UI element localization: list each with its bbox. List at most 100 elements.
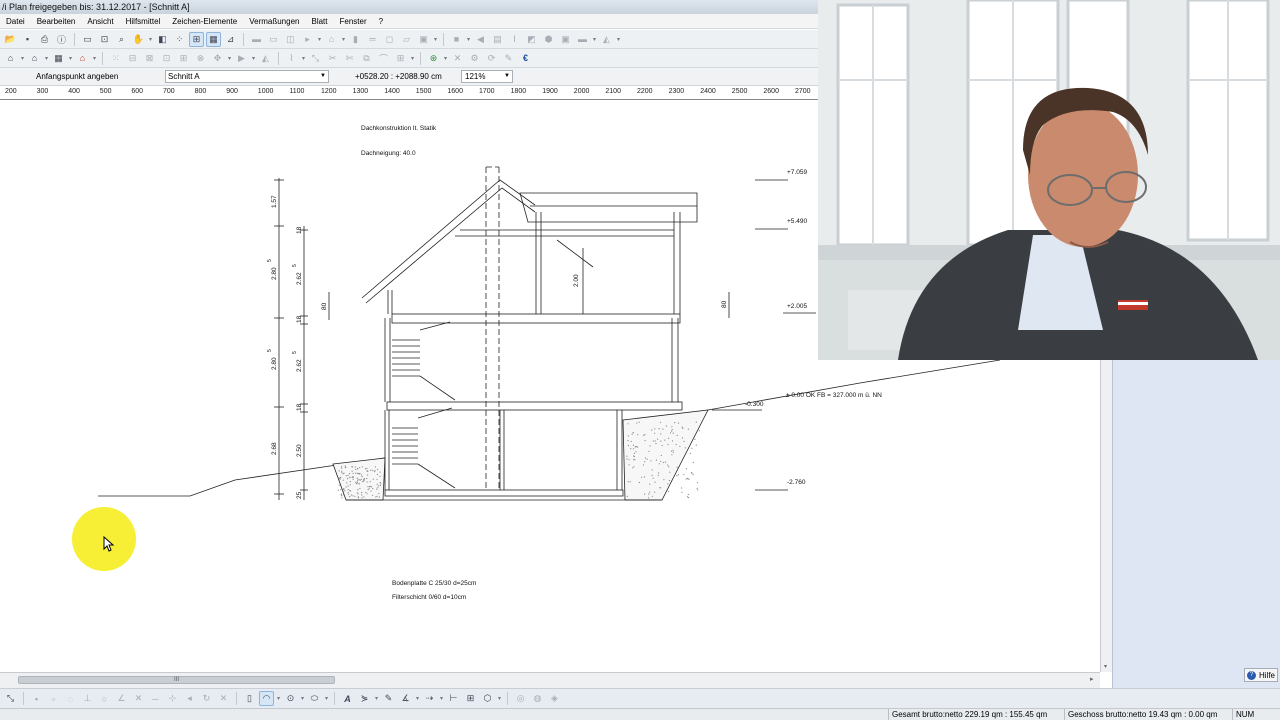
ellipse-tool-icon[interactable]: ⬭ <box>307 691 322 706</box>
room-tool-icon[interactable]: ▣ <box>416 32 431 47</box>
target-icon[interactable]: ⊛ <box>426 51 441 66</box>
offset-icon[interactable]: ⧉ <box>359 51 374 66</box>
euro-icon[interactable]: € <box>518 51 533 66</box>
mirror-tool-icon[interactable]: ◩ <box>524 32 539 47</box>
pan-dropdown-icon[interactable]: ▾ <box>147 36 154 43</box>
select-all-icon[interactable]: ⊞ <box>176 51 191 66</box>
page-icon[interactable]: ▯ <box>242 691 257 706</box>
erase-icon[interactable]: ◭ <box>258 51 273 66</box>
snap-mid-icon[interactable]: ▫ <box>46 691 61 706</box>
polyline-icon[interactable]: ⌇ <box>284 51 299 66</box>
delete-icon[interactable]: ✕ <box>450 51 465 66</box>
zoom-select[interactable]: 121% ▼ <box>461 70 513 83</box>
snap-node-icon[interactable]: ⊹ <box>165 691 180 706</box>
zoom-window-icon[interactable]: ⊡ <box>97 32 112 47</box>
dropdown-icon[interactable]: ▾ <box>316 36 323 43</box>
move-icon[interactable]: ✥ <box>210 51 225 66</box>
scroll-thumb[interactable]: III <box>18 676 335 684</box>
dropdown-icon[interactable]: ▾ <box>299 695 306 702</box>
library-tool-icon[interactable]: ▣ <box>558 32 573 47</box>
wall-tool-icon[interactable]: ▬ <box>249 32 264 47</box>
view-select[interactable]: Schnitt A ▼ <box>165 70 329 83</box>
dropdown-icon[interactable]: ▾ <box>465 36 472 43</box>
snap-grid-icon[interactable]: ⊞ <box>189 31 204 47</box>
info-icon[interactable]: ⓘ <box>54 32 69 47</box>
roof-tool-icon[interactable]: ⌂ <box>324 32 339 47</box>
dropdown-icon[interactable]: ▾ <box>250 55 257 62</box>
terrain-tool-icon[interactable]: ◭ <box>599 32 614 47</box>
label-icon[interactable]: ⬡ <box>480 691 495 706</box>
coordinates-icon[interactable]: ⤡ <box>3 691 18 706</box>
menu-bearbeiten[interactable]: Bearbeiten <box>31 14 82 29</box>
dropdown-icon[interactable]: ▾ <box>373 695 380 702</box>
menu-fenster[interactable]: Fenster <box>334 14 373 29</box>
dropdown-icon[interactable]: ▾ <box>615 36 622 43</box>
menu-ansicht[interactable]: Ansicht <box>81 14 119 29</box>
measure-icon[interactable]: ⊿ <box>223 32 238 47</box>
trim-icon[interactable]: ✂ <box>325 51 340 66</box>
snap-off-icon[interactable]: ✕ <box>216 691 231 706</box>
symbol-tool-icon[interactable]: ▬ <box>575 32 590 47</box>
dropdown-icon[interactable]: ▾ <box>67 55 74 62</box>
beam-tool-icon[interactable]: ═ <box>365 32 380 47</box>
brush-icon[interactable]: ✎ <box>501 51 516 66</box>
snap-dir-icon[interactable]: ◂ <box>182 691 197 706</box>
open-folder-icon[interactable]: 📂 <box>3 32 18 47</box>
pan-hand-icon[interactable]: ✋ <box>131 32 146 47</box>
copy-icon[interactable]: ▶ <box>234 51 249 66</box>
dropdown-icon[interactable]: ▾ <box>438 695 445 702</box>
grid-icon[interactable]: ▦ <box>206 31 221 47</box>
object-tool-icon[interactable]: ⬢ <box>541 32 556 47</box>
horizontal-scrollbar[interactable]: III ▸ <box>0 672 1100 688</box>
select-cross-icon[interactable]: ⊗ <box>193 51 208 66</box>
dropdown-icon[interactable]: ▾ <box>300 55 307 62</box>
arrow-tool-icon[interactable]: ◀ <box>473 32 488 47</box>
select-box-icon[interactable]: ⊡ <box>159 51 174 66</box>
help-button[interactable]: ? Hilfe <box>1244 668 1278 682</box>
dropdown-icon[interactable]: ▾ <box>496 695 503 702</box>
house-icon[interactable]: ⌂ <box>27 51 42 66</box>
dropdown-icon[interactable]: ▾ <box>275 695 282 702</box>
menu-help[interactable]: ? <box>373 14 389 29</box>
select-points-icon[interactable]: ⁙ <box>108 51 123 66</box>
block-icon[interactable]: ◈ <box>547 691 562 706</box>
opening-tool-icon[interactable]: ◻ <box>382 32 397 47</box>
grid-toggle-icon[interactable]: ⊞ <box>463 691 478 706</box>
arc-tool-icon[interactable]: ◠ <box>259 691 274 706</box>
snap-perp-icon[interactable]: ⊥ <box>80 691 95 706</box>
snap-end-icon[interactable]: ▪ <box>29 691 44 706</box>
arrow-line-icon[interactable]: ⇢ <box>422 691 437 706</box>
redraw-icon[interactable]: ⟳ <box>484 51 499 66</box>
dropdown-icon[interactable]: ▾ <box>591 36 598 43</box>
group-icon[interactable]: ◎ <box>513 691 528 706</box>
house-color-icon[interactable]: ⌂ <box>75 51 90 66</box>
select-line-icon[interactable]: ⊟ <box>125 51 140 66</box>
hatch-icon[interactable]: ⋟ <box>357 691 372 706</box>
cut-icon[interactable]: ✄ <box>342 51 357 66</box>
dimension-icon[interactable]: ⊢ <box>446 691 461 706</box>
pencil-icon[interactable]: ✎ <box>381 691 396 706</box>
layer-icon[interactable]: ◧ <box>155 32 170 47</box>
dropdown-icon[interactable]: ▾ <box>43 55 50 62</box>
angle-icon[interactable]: ∡ <box>398 691 413 706</box>
scroll-down-icon[interactable]: ▾ <box>1104 663 1107 670</box>
column-tool-icon[interactable]: ▮ <box>348 32 363 47</box>
vertical-scrollbar[interactable]: ▾ <box>1100 360 1112 672</box>
array-icon[interactable]: ⊞ <box>393 51 408 66</box>
snap-angle-icon[interactable]: ∠ <box>114 691 129 706</box>
circle-tool-icon[interactable]: ⊙ <box>283 691 298 706</box>
snap-cross-icon[interactable]: ✕ <box>131 691 146 706</box>
dropdown-icon[interactable]: ▾ <box>409 55 416 62</box>
extend-icon[interactable]: ⤡ <box>308 51 323 66</box>
dropdown-icon[interactable]: ▾ <box>323 695 330 702</box>
dropdown-icon[interactable]: ▾ <box>414 695 421 702</box>
stair-tool-icon[interactable]: ▸ <box>300 32 315 47</box>
fillet-icon[interactable]: ⌒ <box>376 51 391 66</box>
dropdown-icon[interactable]: ▾ <box>340 36 347 43</box>
save-icon[interactable]: ▪ <box>20 32 35 47</box>
scroll-right-icon[interactable]: ▸ <box>1090 675 1094 683</box>
ungroup-icon[interactable]: ◍ <box>530 691 545 706</box>
zoom-icon[interactable]: ⌕ <box>114 32 129 47</box>
properties-icon[interactable]: ⚙ <box>467 51 482 66</box>
snap-tangent-icon[interactable]: ○ <box>97 691 112 706</box>
